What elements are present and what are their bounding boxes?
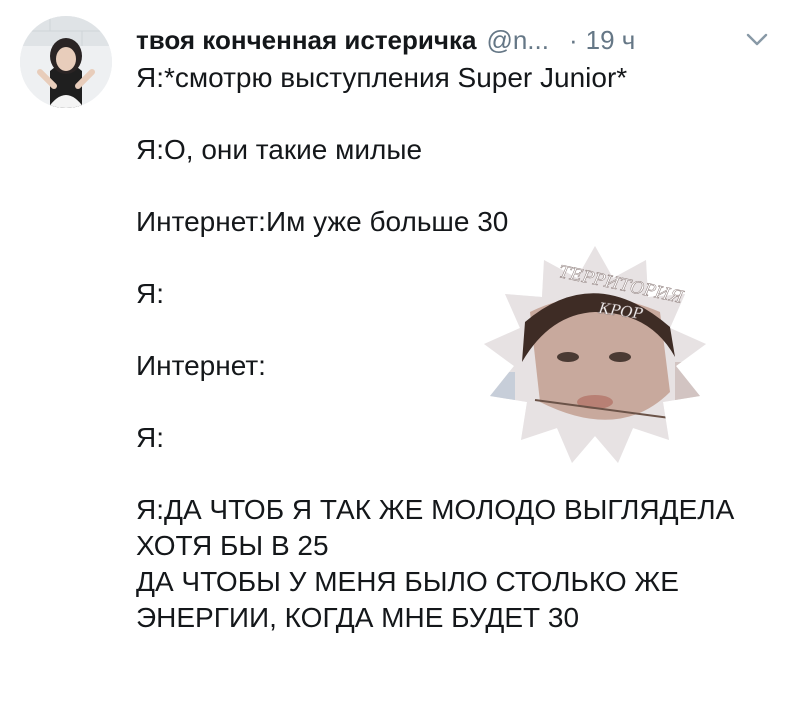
tweet-line: Я:О, они такие милые xyxy=(136,134,423,165)
author-handle[interactable]: @n... xyxy=(486,25,549,56)
tweet-line: Я:ДА ЧТОБ Я ТАК ЖЕ МОЛОДО ВЫГЛЯДЕЛА xyxy=(136,494,735,525)
avatar[interactable] xyxy=(20,16,112,108)
tweet-line: Я:*смотрю выступления Super Junior* xyxy=(136,62,628,93)
tweet-line: ЭНЕРГИИ, КОГДА МНЕ БУДЕТ 30 xyxy=(136,602,580,633)
tweet-time[interactable]: 19 ч xyxy=(586,25,636,56)
avatar-photo xyxy=(20,16,112,108)
watermark-badge: ТЕРРИТОРИЯ КРОР xyxy=(470,242,720,472)
tweet-header: твоя конченная истеричка @n... · 19 ч xyxy=(136,20,635,60)
chevron-down-icon[interactable] xyxy=(744,28,770,50)
tweet-line: ДА ЧТОБЫ У МЕНЯ БЫЛО СТОЛЬКО ЖЕ xyxy=(136,566,679,597)
tweet-line: ХОТЯ БЫ В 25 xyxy=(136,530,329,561)
author-name[interactable]: твоя конченная истеричка xyxy=(136,25,476,56)
tweet-line: Интернет:Им уже больше 30 xyxy=(136,206,509,237)
separator-dot: · xyxy=(568,24,578,55)
